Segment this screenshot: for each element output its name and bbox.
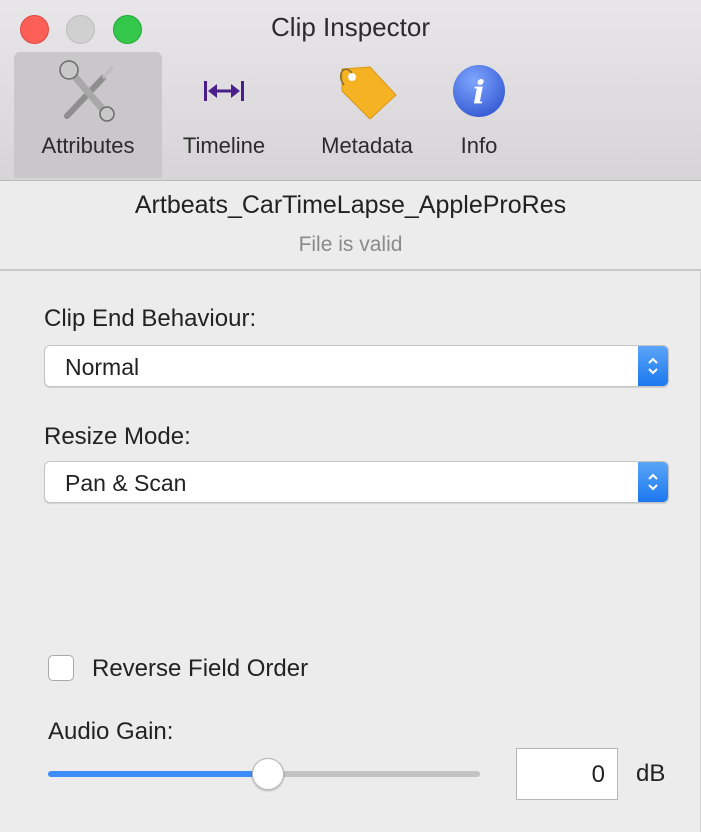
tab-metadata[interactable]: Metadata: [296, 52, 438, 178]
reverse-field-order-label: Reverse Field Order: [92, 655, 309, 682]
audio-gain-value: 0: [591, 761, 605, 788]
resize-mode-value: Pan & Scan: [65, 470, 187, 496]
clip-inspector-window: Clip Inspector Attributes Timeline Metad…: [0, 0, 701, 832]
file-name: Artbeats_CarTimeLapse_AppleProRes: [134, 191, 567, 219]
select-stepper-icon: [638, 462, 668, 502]
info-icon: i: [440, 60, 518, 122]
tab-metadata-label: Metadata: [321, 133, 413, 158]
window-title: Clip Inspector: [271, 12, 430, 42]
audio-gain-input[interactable]: 0: [516, 748, 618, 800]
select-stepper-icon: [638, 346, 668, 386]
reverse-field-order-checkbox[interactable]: [48, 655, 74, 681]
title-bar: Clip Inspector Attributes Timeline Metad…: [0, 0, 701, 181]
tab-info[interactable]: i Info: [440, 52, 518, 178]
file-status: File is valid: [298, 233, 403, 256]
audio-gain-unit: dB: [636, 760, 666, 787]
tab-timeline[interactable]: Timeline: [168, 52, 280, 178]
audio-gain-slider-fill: [48, 771, 269, 777]
tab-attributes-label: Attributes: [41, 133, 135, 158]
audio-gain-slider-thumb[interactable]: [252, 758, 285, 790]
clip-end-behaviour-select[interactable]: Normal: [44, 345, 669, 387]
clip-end-behaviour-value: Normal: [65, 354, 140, 380]
svg-text:i: i: [473, 73, 485, 111]
horizontal-arrows-icon: [168, 60, 280, 122]
tab-timeline-label: Timeline: [182, 133, 266, 158]
tab-info-label: Info: [460, 133, 498, 158]
resize-mode-select[interactable]: Pan & Scan: [44, 461, 669, 503]
audio-gain-label: Audio Gain:: [48, 718, 174, 745]
tag-icon: [296, 60, 438, 122]
file-info-header: Artbeats_CarTimeLapse_AppleProRes File i…: [0, 181, 701, 271]
resize-mode-label: Resize Mode:: [44, 423, 191, 450]
tab-attributes[interactable]: Attributes: [14, 52, 162, 178]
wrench-screwdriver-icon: [14, 60, 162, 122]
clip-end-behaviour-label: Clip End Behaviour:: [44, 305, 257, 332]
